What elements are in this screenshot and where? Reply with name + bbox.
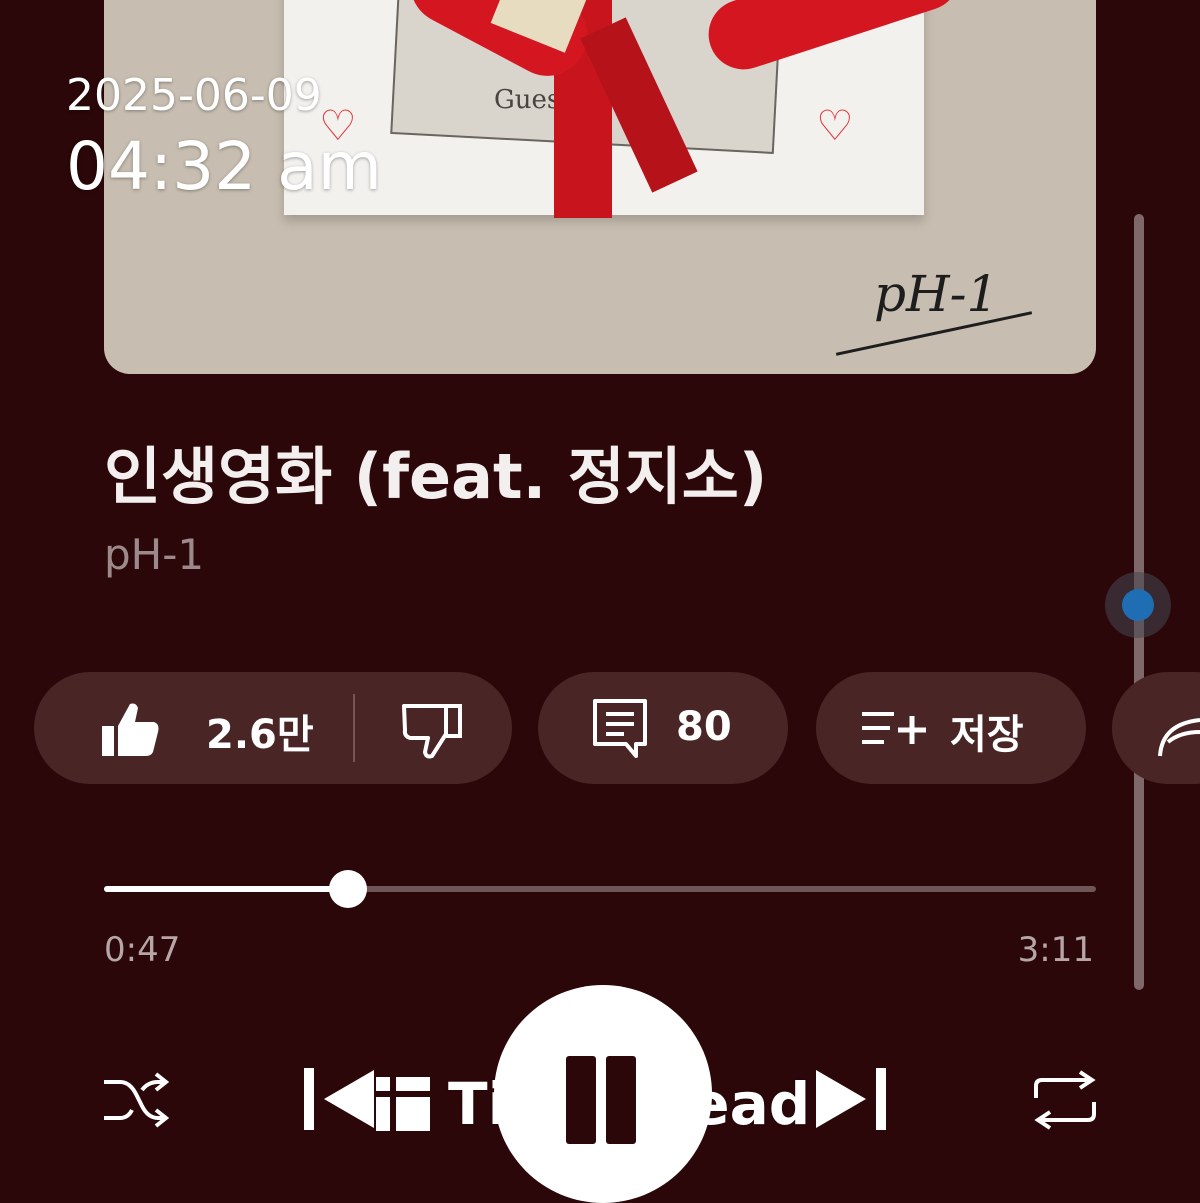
save-label: 저장 <box>950 712 1024 758</box>
share-icon <box>1156 702 1200 762</box>
scrollbar-thumb[interactable] <box>1105 572 1171 638</box>
progress-fill <box>104 886 349 892</box>
track-artist[interactable]: pH-1 <box>104 530 204 579</box>
scroll-dot <box>1122 589 1154 621</box>
comment-icon <box>592 698 648 764</box>
timestamp-time: 04:32 am <box>66 128 382 205</box>
like-count: 2.6만 <box>206 712 314 758</box>
save-playlist-icon <box>860 708 930 752</box>
time-elapsed: 0:47 <box>104 930 181 970</box>
dislike-icon[interactable] <box>400 700 464 764</box>
pause-icon <box>566 1056 596 1144</box>
like-icon[interactable] <box>100 700 160 764</box>
time-total: 3:11 <box>1017 930 1094 970</box>
previous-icon[interactable] <box>300 1066 380 1136</box>
progress-handle[interactable] <box>329 870 368 908</box>
repeat-icon[interactable] <box>1030 1068 1100 1136</box>
like-divider <box>353 694 355 762</box>
watermark-logo-icon <box>376 1077 430 1131</box>
pause-icon <box>606 1056 636 1144</box>
shuffle-icon[interactable] <box>100 1068 170 1136</box>
heart-icon: ♡ <box>816 101 854 150</box>
album-signature: pH-1 <box>874 265 999 323</box>
progress-track[interactable] <box>104 886 1096 892</box>
track-title: 인생영화 (feat. 정지소) <box>104 440 768 513</box>
comment-count: 80 <box>676 704 732 750</box>
next-icon[interactable] <box>810 1066 890 1136</box>
comments-pill[interactable] <box>538 672 788 784</box>
pause-button[interactable] <box>494 985 712 1203</box>
timestamp-date: 2025-06-09 <box>66 70 322 121</box>
